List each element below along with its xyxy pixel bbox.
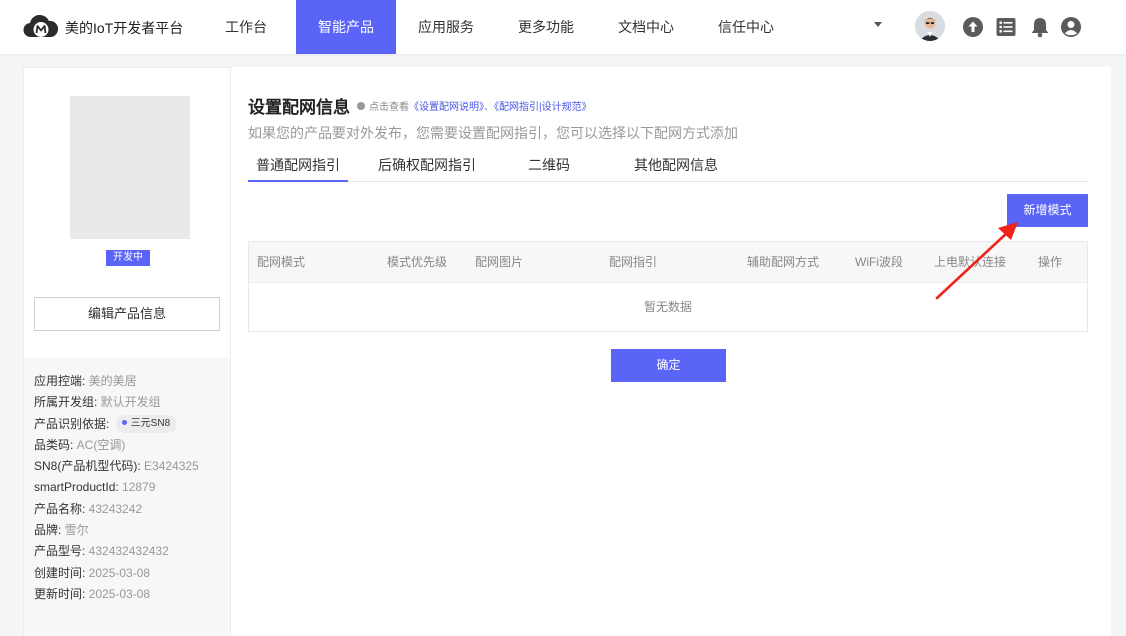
column-header: 配网模式 (257, 255, 306, 269)
top-navigation-bar: 美的IoT开发者平台 工作台 智能产品 应用服务 更多功能 文档中心 信任中心 (0, 0, 1126, 54)
edit-product-info-button[interactable]: 编辑产品信息 (34, 297, 220, 331)
tab-qr-code[interactable]: 二维码 (518, 150, 580, 182)
midea-cloud-logo-icon[interactable] (22, 12, 58, 42)
info-row-brand: 品牌: 雪尔 (34, 523, 89, 538)
info-row-app-control: 应用控端: 美的美居 (34, 374, 137, 388)
product-image-placeholder (70, 96, 190, 239)
brand-name[interactable]: 美的IoT开发者平台 (65, 18, 183, 38)
config-tabs: 普通配网指引 后确权配网指引 二维码 其他配网信息 (248, 150, 1088, 182)
dot-icon (121, 420, 127, 426)
tab-normal-guide[interactable]: 普通配网指引 (248, 150, 348, 182)
info-row-updated: 更新时间: 2025-03-08 (34, 586, 151, 601)
product-info-panel: 应用控端: 美的美居 所属开发组: 默认开发组 产品识别依据: 三元SN8 品类… (24, 358, 230, 636)
chevron-down-icon[interactable] (874, 22, 882, 27)
tab-post-auth-guide[interactable]: 后确权配网指引 (374, 150, 480, 182)
column-header: 上电默认连接 (934, 255, 1007, 269)
column-header: 操作 (1038, 255, 1063, 269)
avatar[interactable] (915, 11, 945, 41)
product-sidebar: 开发中 编辑产品信息 应用控端: 美的美居 所属开发组: 默认开发组 产品识别依… (23, 67, 231, 636)
nav-workbench[interactable]: 工作台 (196, 0, 296, 54)
info-row-model: 产品型号: 432432432432 (34, 544, 169, 559)
page-subtitle: 如果您的产品要对外发布，您需要设置配网指引，您可以选择以下配网方式添加 (248, 125, 738, 141)
list-icon[interactable] (995, 16, 1017, 38)
column-header: 配网图片 (475, 255, 524, 269)
info-row-category-code: 品类码: AC(空调) (34, 437, 126, 452)
column-header: 模式优先级 (387, 255, 448, 269)
info-row-smart-product-id: smartProductId: 12879 (34, 480, 156, 495)
nav-app-services[interactable]: 应用服务 (396, 0, 496, 54)
empty-state-text: 暂无数据 (249, 282, 1087, 331)
info-row-product-name: 产品名称: 43243242 (34, 501, 143, 516)
info-row-dev-group: 所属开发组: 默认开发组 (34, 395, 161, 410)
nav-trust-center[interactable]: 信任中心 (696, 0, 796, 54)
column-header: 配网指引 (609, 255, 658, 269)
tab-other-info[interactable]: 其他配网信息 (626, 150, 726, 182)
bell-icon[interactable] (1029, 16, 1051, 38)
user-icon[interactable] (1060, 16, 1082, 38)
info-row-created: 创建时间: 2025-03-08 (34, 565, 151, 580)
add-mode-button[interactable]: 新增模式 (1007, 194, 1088, 227)
table-header: 配网模式 模式优先级 配网图片 配网指引 辅助配网方式 WiFi波段 上电默认连… (249, 242, 1087, 282)
nav-docs-center[interactable]: 文档中心 (596, 0, 696, 54)
upload-icon[interactable] (962, 16, 984, 38)
info-row-sn8: SN8(产品机型代码): E3424325 (34, 459, 199, 474)
info-row-identification: 产品识别依据: 三元SN8 (24, 414, 230, 435)
nav-more-features[interactable]: 更多功能 (496, 0, 596, 54)
identification-chip: 三元SN8 (115, 415, 178, 434)
design-spec-link[interactable]: 《配网指引|设计规范》 (494, 102, 592, 113)
main-nav: 工作台 智能产品 应用服务 更多功能 文档中心 信任中心 (196, 0, 796, 54)
status-badge: 开发中 (106, 250, 150, 266)
page-title: 设置配网信息 (248, 98, 350, 117)
config-guide-link[interactable]: 《设置配网说明》 (409, 102, 484, 113)
confirm-button[interactable]: 确定 (611, 349, 726, 382)
network-config-panel: 设置配网信息 点击查看《设置配网说明》、《配网指引|设计规范》 如果您的产品要对… (231, 67, 1111, 636)
info-icon (357, 102, 365, 111)
column-header: WiFi波段 (855, 255, 903, 269)
config-mode-table: 配网模式 模式优先级 配网图片 配网指引 辅助配网方式 WiFi波段 上电默认连… (248, 241, 1088, 332)
column-header: 辅助配网方式 (747, 255, 820, 269)
help-hint: 点击查看《设置配网说明》、《配网指引|设计规范》 (357, 98, 592, 113)
nav-smart-products[interactable]: 智能产品 (296, 0, 396, 54)
